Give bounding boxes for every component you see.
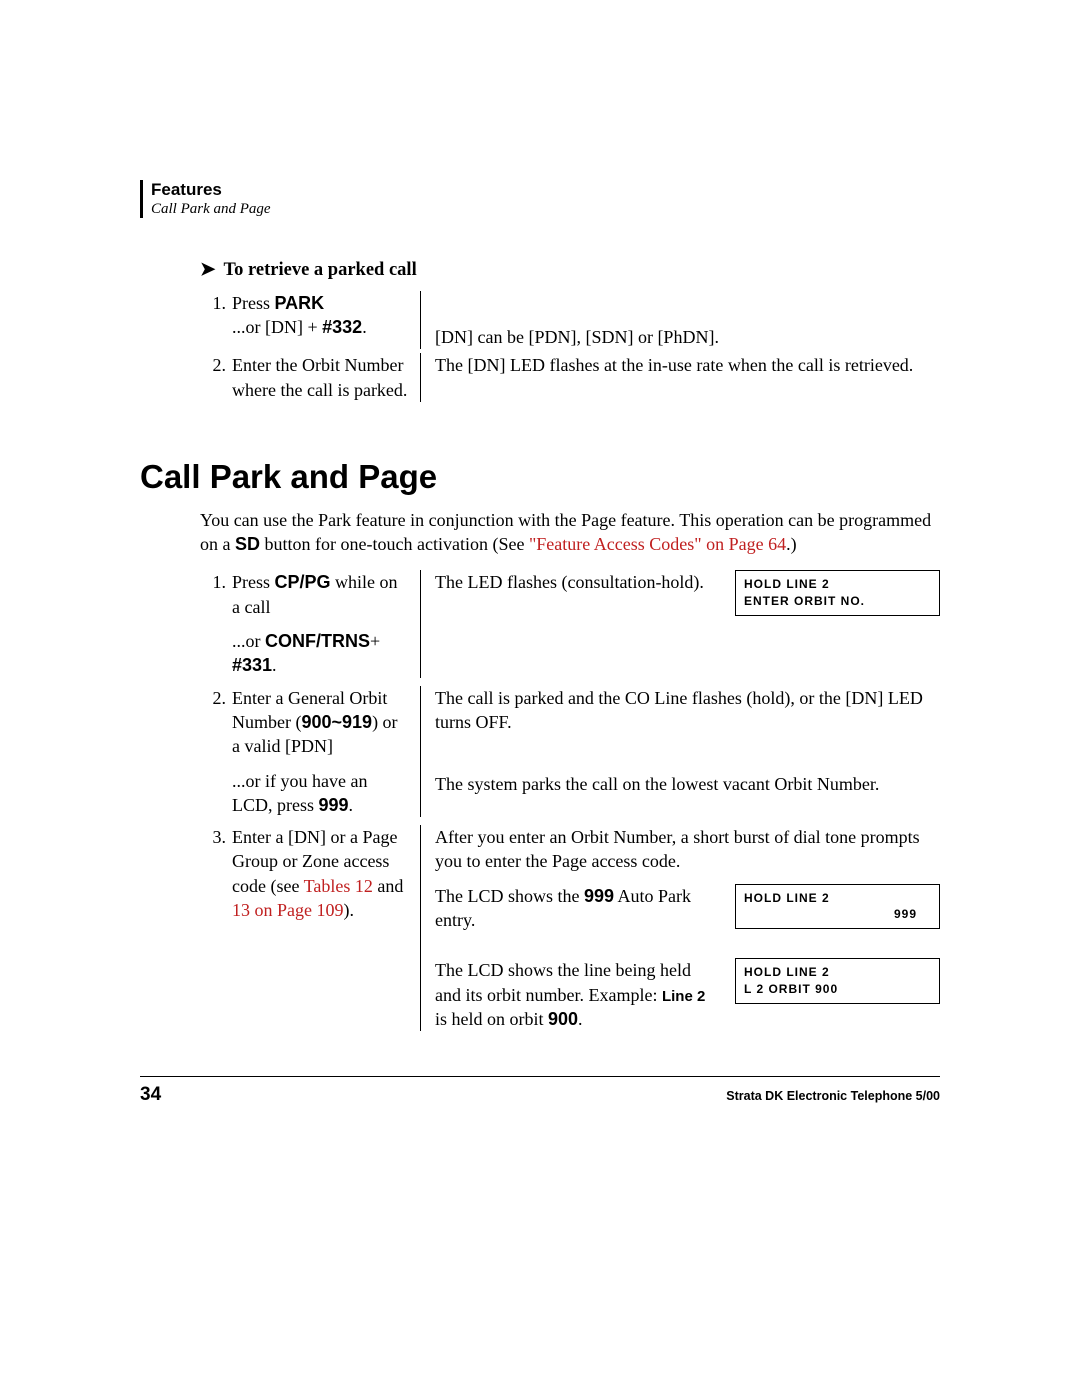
step-number: 3. <box>200 825 232 1031</box>
step-row: 1. Press PARK ...or [DN] + #332. [DN] ca… <box>140 291 940 353</box>
intro-paragraph: You can use the Park feature in conjunct… <box>140 508 940 557</box>
procedure-heading: ➤ To retrieve a parked call <box>140 258 940 281</box>
page-number: 34 <box>140 1084 161 1106</box>
header-subtitle: Call Park and Page <box>151 201 940 218</box>
step-left: Press PARK ...or [DN] + #332. <box>232 291 420 349</box>
step-right: [DN] can be [PDN], [SDN] or [PhDN]. <box>421 291 940 349</box>
step-number: 1. <box>200 291 232 349</box>
step-number: 2. <box>200 353 232 402</box>
arrow-icon: ➤ <box>200 258 216 280</box>
footer-rule <box>140 1076 940 1077</box>
cross-reference-link[interactable]: 13 on Page 109 <box>232 900 344 920</box>
step-number: 1. <box>200 570 232 677</box>
running-header: Features Call Park and Page <box>140 180 940 218</box>
step-right: The [DN] LED flashes at the in-use rate … <box>421 353 940 402</box>
page-content: Features Call Park and Page ➤ To retrieve… <box>0 0 1080 1031</box>
step-right: The call is parked and the CO Line flash… <box>421 686 940 817</box>
step-row: 3. Enter a [DN] or a Page Group or Zone … <box>140 825 940 1031</box>
step-right: The LED flashes (consultation-hold). HOL… <box>421 570 940 677</box>
lcd-display: HOLD LINE 2 ENTER ORBIT NO. <box>735 570 940 615</box>
step-row: 2. Enter the Orbit Number where the call… <box>140 353 940 408</box>
cross-reference-link[interactable]: "Feature Access Codes" on Page 64 <box>529 534 786 554</box>
step-row: 1. Press CP/PG while on a call ...or CON… <box>140 570 940 685</box>
step-row: 2. Enter a General Orbit Number (900~919… <box>140 686 940 825</box>
step-number: 2. <box>200 686 232 817</box>
step-left: Enter a [DN] or a Page Group or Zone acc… <box>232 825 420 1031</box>
step-left: Enter a General Orbit Number (900~919) o… <box>232 686 420 817</box>
step-left: Enter the Orbit Number where the call is… <box>232 353 420 402</box>
cross-reference-link[interactable]: Tables 12 <box>304 876 373 896</box>
step-left: Press CP/PG while on a call ...or CONF/T… <box>232 570 420 677</box>
footer-text: Strata DK Electronic Telephone 5/00 <box>726 1089 940 1103</box>
header-title: Features <box>151 180 940 200</box>
lcd-display: HOLD LINE 2 L 2 ORBIT 900 <box>735 958 940 1003</box>
procedure-title: To retrieve a parked call <box>224 260 417 280</box>
section-heading: Call Park and Page <box>140 458 940 496</box>
lcd-display: HOLD LINE 2 999 <box>735 884 940 929</box>
page-footer: 34 Strata DK Electronic Telephone 5/00 <box>140 1084 940 1106</box>
step-right: After you enter an Orbit Number, a short… <box>421 825 940 1031</box>
